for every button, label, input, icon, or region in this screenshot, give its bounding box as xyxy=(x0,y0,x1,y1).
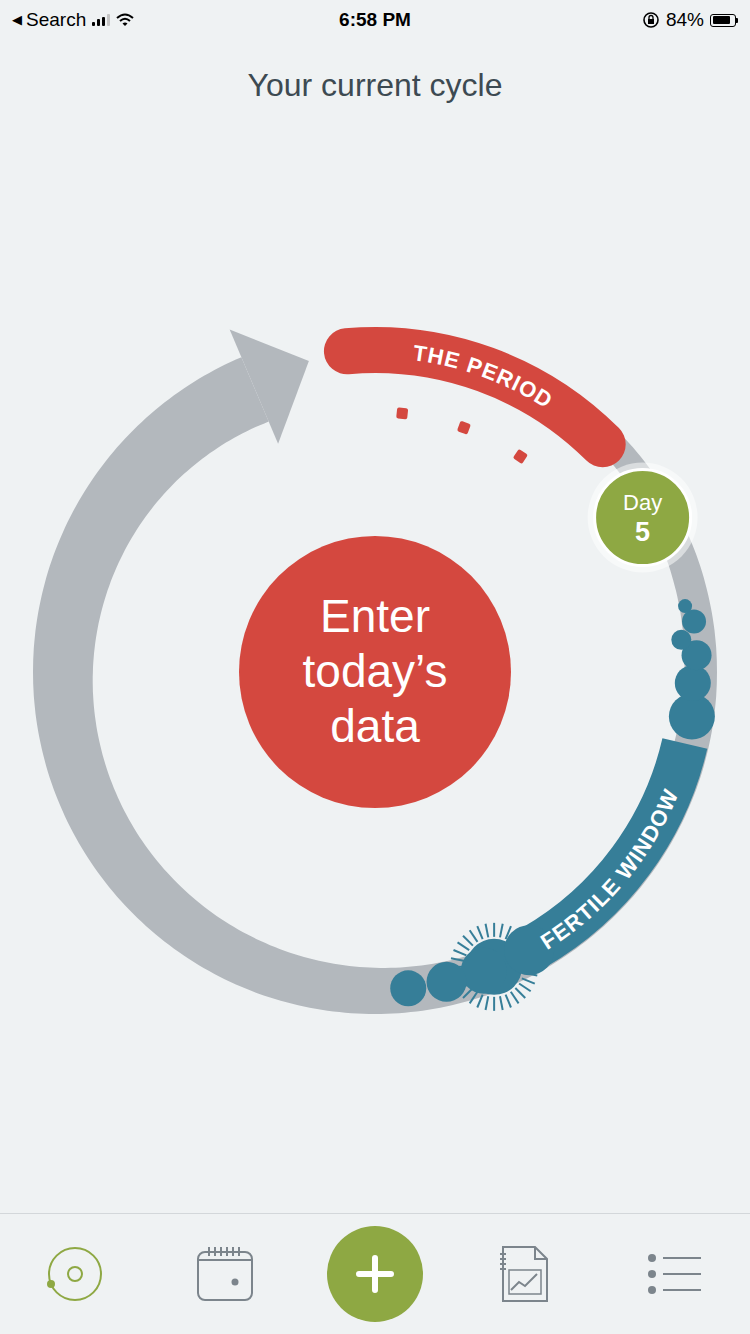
ovulation-ray xyxy=(515,988,525,998)
tab-item[interactable] xyxy=(300,1226,450,1322)
ovulation-ray xyxy=(493,922,495,936)
signal-icon xyxy=(92,14,110,26)
tab-bar xyxy=(0,1213,750,1334)
cycle-area: THE PERIOD FERTILE WINDOW Day5 Enter today’… xyxy=(0,130,750,1213)
battery-icon xyxy=(710,14,738,27)
ovulation-ray xyxy=(477,926,482,939)
fertile-bubble xyxy=(678,599,692,613)
wifi-icon xyxy=(116,13,134,27)
enter-data-button[interactable]: Enter today’s data xyxy=(239,536,511,808)
clock: 6:58 PM xyxy=(254,6,496,35)
fertile-bubble xyxy=(682,609,706,633)
tab-item[interactable] xyxy=(0,1244,150,1304)
ovulation-ray xyxy=(451,958,465,961)
cycle-tab-icon[interactable] xyxy=(45,1244,105,1304)
tab-item[interactable] xyxy=(450,1244,600,1304)
ovulation-ray xyxy=(453,950,466,955)
add-button[interactable] xyxy=(327,1226,423,1322)
ovulation-ray xyxy=(470,991,478,1003)
ovulation-ray xyxy=(486,996,489,1010)
tab-item[interactable] xyxy=(150,1244,300,1304)
ovulation-ray xyxy=(500,996,503,1010)
ovulation-ray xyxy=(470,930,478,942)
day-badge xyxy=(595,469,691,565)
ovulation-ray xyxy=(511,991,519,1003)
calendar-tab-icon[interactable] xyxy=(195,1244,255,1304)
fertile-bubble xyxy=(461,947,507,993)
period-day-dot xyxy=(457,420,471,434)
fertile-bubble xyxy=(675,665,711,701)
cycle-arrow-icon xyxy=(230,329,309,443)
menu-tab-icon[interactable] xyxy=(647,1252,703,1296)
period-day-dot xyxy=(396,407,408,419)
ovulation-ray xyxy=(458,942,470,950)
ovulation-ray xyxy=(500,923,503,937)
ovulation-ray xyxy=(519,983,531,991)
period-day-dot xyxy=(513,448,528,463)
fertile-band xyxy=(534,743,685,947)
fertile-bubble xyxy=(390,970,426,1006)
screen-title: Your current cycle xyxy=(0,40,750,130)
ovulation-ray xyxy=(493,996,495,1010)
status-bar: ◀Search 6:58 PM 84% xyxy=(0,0,750,40)
fertile-bubble xyxy=(671,629,691,649)
day-number: 5 xyxy=(635,516,650,546)
rotation-lock-icon xyxy=(642,11,660,29)
app-screen: ◀Search 6:58 PM 84% Your current cycle THE P… xyxy=(0,0,750,1334)
fertile-bubble xyxy=(427,961,467,1001)
battery-percent: 84% xyxy=(666,6,704,35)
ovulation-ray xyxy=(463,935,473,945)
day-label: Day xyxy=(623,489,662,514)
back-arrow-icon: ◀ xyxy=(12,10,22,30)
tab-item[interactable] xyxy=(600,1252,750,1296)
ovulation-ray xyxy=(522,978,535,983)
plus-icon xyxy=(355,1254,395,1294)
fertile-label: FERTILE WINDOW xyxy=(536,785,683,954)
period-label: THE PERIOD xyxy=(411,340,557,413)
ovulation-ray xyxy=(477,994,482,1007)
cycle-track xyxy=(33,350,717,1013)
ovulation-ray xyxy=(506,994,511,1007)
ovulation-ray xyxy=(486,923,489,937)
charts-tab-icon[interactable] xyxy=(497,1244,553,1304)
cycle-ring: THE PERIOD FERTILE WINDOW Day5 Enter today’… xyxy=(0,292,750,1052)
back-button[interactable]: ◀Search xyxy=(12,6,86,35)
